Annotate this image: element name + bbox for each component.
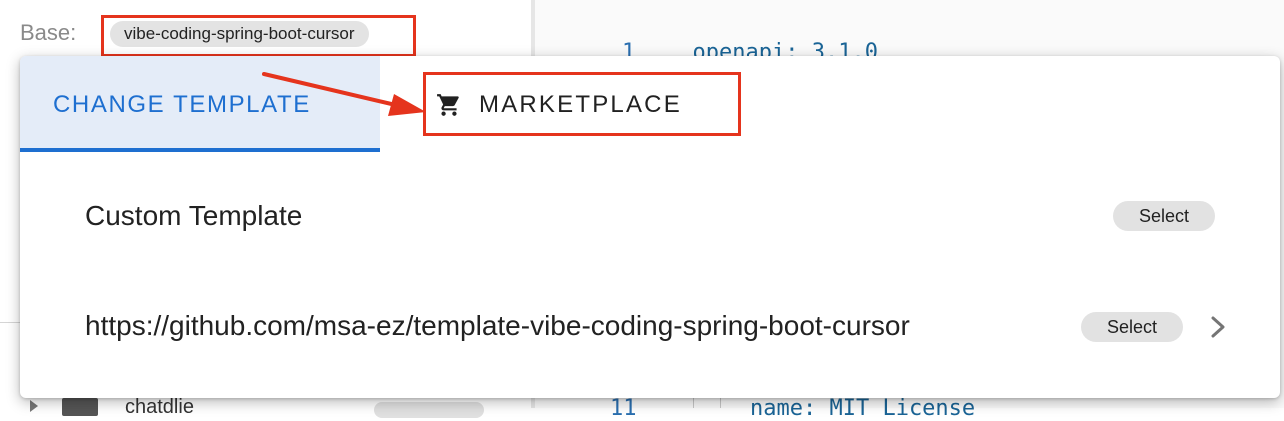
template-dialog: CHANGE TEMPLATE MARKETPLACE Custom Templ… xyxy=(20,56,1280,398)
template-row-github[interactable]: https://github.com/msa-ez/template-vibe-… xyxy=(20,276,1280,376)
active-tab-indicator xyxy=(20,148,380,152)
annotation-box-marketplace xyxy=(423,72,741,136)
chevron-right-icon[interactable] xyxy=(1208,314,1228,340)
select-button[interactable]: Select xyxy=(1081,312,1183,342)
explorer-separator xyxy=(0,322,20,323)
code-line-11: 11 xyxy=(610,396,637,421)
template-name: Custom Template xyxy=(85,200,303,231)
template-url: https://github.com/msa-ez/template-vibe-… xyxy=(85,310,910,341)
yaml-line: name: MIT License xyxy=(750,396,976,421)
tree-row[interactable]: chatdlie xyxy=(30,396,510,418)
annotation-arrow-icon xyxy=(262,72,426,116)
tree-item-badge xyxy=(374,402,484,418)
template-row-custom[interactable]: Custom Template Select xyxy=(20,166,1280,266)
select-button[interactable]: Select xyxy=(1113,201,1215,231)
expand-arrow-icon[interactable] xyxy=(30,400,38,412)
folder-icon xyxy=(62,398,98,416)
base-label: Base: xyxy=(20,20,77,45)
line-number: 11 xyxy=(610,396,637,421)
annotation-box-base xyxy=(101,15,416,57)
